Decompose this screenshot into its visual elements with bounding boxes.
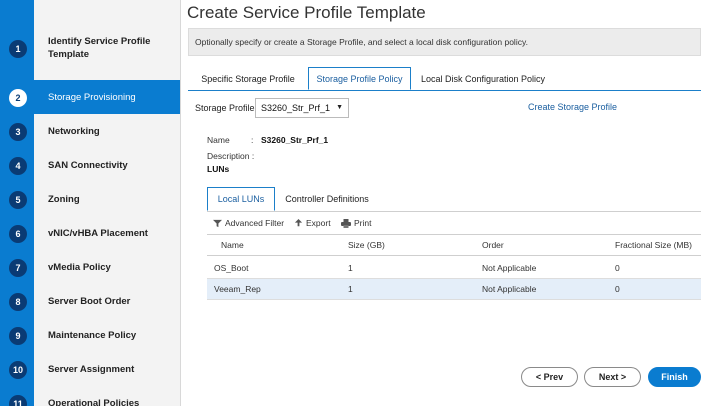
table-row[interactable]: Veeam_Rep 1 Not Applicable 0 bbox=[207, 279, 701, 300]
create-storage-profile-link[interactable]: Create Storage Profile bbox=[528, 102, 617, 112]
print-button[interactable]: Print bbox=[341, 218, 371, 228]
step-label: Maintenance Policy bbox=[48, 329, 137, 341]
print-label: Print bbox=[354, 218, 372, 228]
export-icon bbox=[294, 218, 303, 226]
step-label: Zoning bbox=[48, 193, 80, 205]
export-label: Export bbox=[306, 218, 331, 228]
step-label: Identify Service Profile Template bbox=[48, 36, 151, 60]
local-luns-table: Name Size (GB) Order Fractional Size (MB… bbox=[207, 234, 701, 300]
step-label: Networking bbox=[48, 125, 100, 137]
name-value: S3260_Str_Prf_1 bbox=[261, 135, 329, 145]
wizard-steps-sidebar: 1 Identify Service Profile Template 2 St… bbox=[0, 0, 181, 406]
step-number-badge: 7 bbox=[9, 259, 27, 277]
step-number-badge: 8 bbox=[9, 293, 27, 311]
step-maintenance-policy[interactable]: 9 Maintenance Policy bbox=[0, 318, 180, 352]
step-number-badge: 9 bbox=[9, 327, 27, 345]
export-button[interactable]: Export bbox=[294, 218, 331, 228]
step-label: Storage Provisioning bbox=[48, 91, 136, 103]
page-title: Create Service Profile Template bbox=[187, 3, 426, 22]
step-zoning[interactable]: 5 Zoning bbox=[0, 182, 180, 216]
step-server-boot-order[interactable]: 8 Server Boot Order bbox=[0, 284, 180, 318]
name-separator: : bbox=[251, 135, 254, 145]
finish-button[interactable]: Finish bbox=[648, 367, 701, 387]
step-server-assignment[interactable]: 10 Server Assignment bbox=[0, 352, 180, 386]
filter-icon bbox=[213, 219, 222, 227]
advanced-filter-label: Advanced Filter bbox=[225, 218, 285, 228]
step-number-badge: 10 bbox=[9, 361, 27, 379]
tab-storage-profile-policy[interactable]: Storage Profile Policy bbox=[308, 67, 411, 90]
cell-size: 1 bbox=[348, 284, 353, 294]
step-number-badge: 5 bbox=[9, 191, 27, 209]
step-label: Operational Policies bbox=[48, 397, 140, 406]
tab-specific-storage-profile[interactable]: Specific Storage Profile bbox=[193, 67, 303, 90]
storage-profile-select[interactable]: S3260_Str_Prf_1 ▼ bbox=[255, 98, 349, 118]
dropdown-caret-icon: ▼ bbox=[336, 104, 343, 111]
storage-profile-label: Storage Profile: bbox=[195, 103, 258, 113]
info-banner: Optionally specify or create a Storage P… bbox=[188, 28, 701, 56]
step-number-badge: 11 bbox=[9, 395, 27, 406]
cell-fractional-size: 0 bbox=[615, 284, 620, 294]
step-number-badge: 1 bbox=[9, 40, 27, 58]
step-label: Server Assignment bbox=[48, 363, 135, 375]
advanced-filter-button[interactable]: Advanced Filter bbox=[213, 218, 284, 228]
step-number-badge: 4 bbox=[9, 157, 27, 175]
step-san-connectivity[interactable]: 4 SAN Connectivity bbox=[0, 148, 180, 182]
storage-tabs: Specific Storage Profile Storage Profile… bbox=[188, 67, 701, 91]
table-header: Name Size (GB) Order Fractional Size (MB… bbox=[207, 234, 701, 256]
step-networking[interactable]: 3 Networking bbox=[0, 114, 180, 148]
column-header-fractional-size[interactable]: Fractional Size (MB) bbox=[615, 235, 692, 255]
step-storage-provisioning[interactable]: 2 Storage Provisioning bbox=[0, 80, 180, 114]
step-label: vMedia Policy bbox=[48, 261, 111, 273]
info-text: Optionally specify or create a Storage P… bbox=[195, 37, 528, 47]
tab-controller-definitions[interactable]: Controller Definitions bbox=[279, 187, 375, 211]
luns-heading: LUNs bbox=[207, 164, 230, 174]
storage-profile-selected-value: S3260_Str_Prf_1 bbox=[261, 103, 331, 113]
step-label: Server Boot Order bbox=[48, 295, 131, 307]
step-identify-service-profile-template[interactable]: 1 Identify Service Profile Template bbox=[0, 31, 180, 65]
print-icon bbox=[341, 218, 351, 228]
step-vmedia-policy[interactable]: 7 vMedia Policy bbox=[0, 250, 180, 284]
tab-local-disk-configuration-policy[interactable]: Local Disk Configuration Policy bbox=[416, 67, 550, 90]
cell-order: Not Applicable bbox=[482, 263, 537, 273]
tab-local-luns[interactable]: Local LUNs bbox=[207, 187, 275, 211]
step-label: SAN Connectivity bbox=[48, 159, 128, 171]
table-toolbar: Advanced Filter Export Print bbox=[207, 214, 701, 234]
cell-order: Not Applicable bbox=[482, 284, 537, 294]
step-vnic-vhba-placement[interactable]: 6 vNIC/vHBA Placement bbox=[0, 216, 180, 250]
prev-button[interactable]: < Prev bbox=[521, 367, 578, 387]
step-number-badge: 3 bbox=[9, 123, 27, 141]
step-number-badge: 6 bbox=[9, 225, 27, 243]
wizard-content: Create Service Profile Template Optional… bbox=[181, 0, 701, 406]
step-operational-policies[interactable]: 11 Operational Policies bbox=[0, 386, 180, 406]
next-button[interactable]: Next > bbox=[584, 367, 641, 387]
table-row[interactable]: OS_Boot 1 Not Applicable 0 bbox=[207, 258, 701, 279]
column-header-order[interactable]: Order bbox=[482, 235, 504, 255]
cell-size: 1 bbox=[348, 263, 353, 273]
name-label: Name bbox=[207, 135, 230, 145]
column-header-name[interactable]: Name bbox=[221, 235, 244, 255]
step-label: vNIC/vHBA Placement bbox=[48, 227, 148, 239]
cell-fractional-size: 0 bbox=[615, 263, 620, 273]
column-header-size[interactable]: Size (GB) bbox=[348, 235, 385, 255]
lun-subtabs: Local LUNs Controller Definitions bbox=[207, 187, 701, 212]
cell-name: Veeam_Rep bbox=[214, 284, 261, 294]
cell-name: OS_Boot bbox=[214, 263, 249, 273]
step-number-badge: 2 bbox=[9, 89, 27, 107]
description-label: Description : bbox=[207, 151, 255, 161]
